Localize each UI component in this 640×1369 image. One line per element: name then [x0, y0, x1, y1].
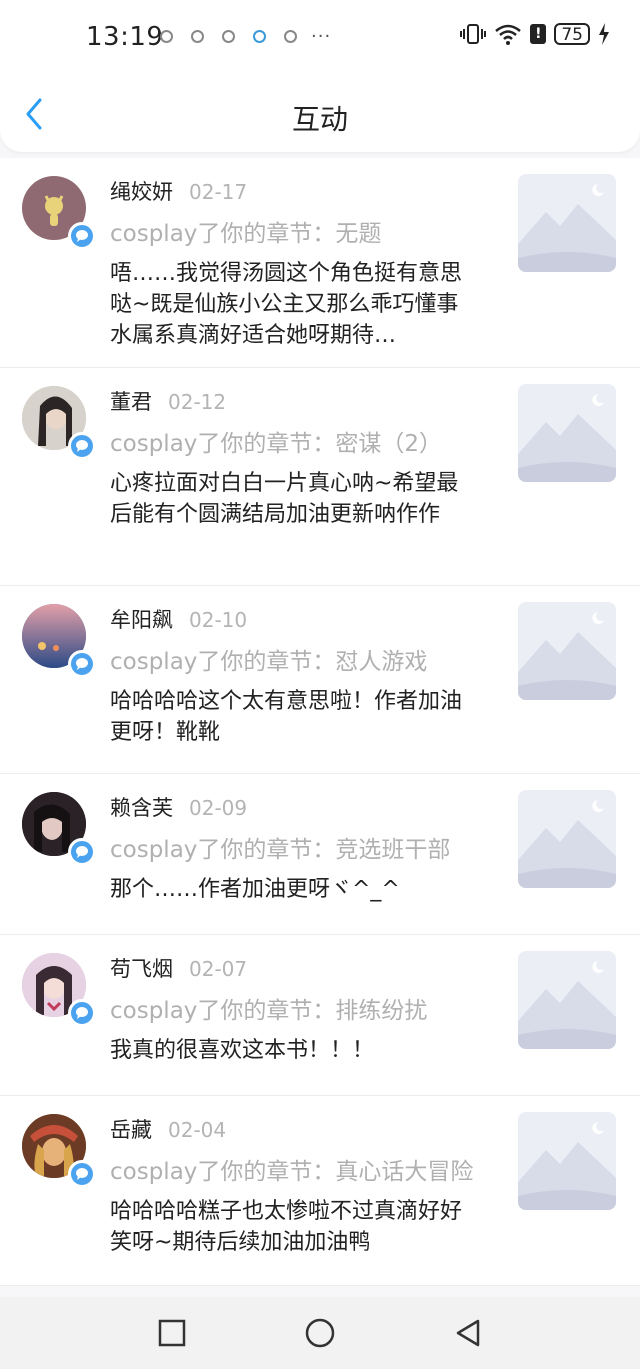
item-date: 02-10 [189, 608, 248, 632]
circle-icon [305, 1318, 335, 1348]
item-date: 02-12 [168, 390, 227, 414]
item-action: cosplay了你的章节：竞选班干部 [110, 837, 451, 863]
alert-icon: ! [530, 24, 547, 44]
chapter-thumbnail[interactable] [518, 384, 616, 482]
app-notification-icon [284, 30, 297, 43]
avatar[interactable] [22, 953, 96, 1027]
item-date: 02-04 [168, 1118, 227, 1142]
wifi-icon [495, 24, 522, 45]
triangle-back-icon [456, 1319, 480, 1347]
item-content: 绳姣妍 02-17 cosplay了你的章节：无题 唔……我觉得汤圆这个角色挺有意… [110, 176, 480, 351]
avatar[interactable] [22, 792, 96, 866]
item-action: cosplay了你的章节：排练纷扰 [110, 998, 428, 1024]
app-notification-icon [191, 30, 204, 43]
item-action: cosplay了你的章节：无题 [110, 221, 382, 247]
avatar[interactable] [22, 1114, 96, 1188]
comment-bubble-icon [68, 838, 96, 866]
list-item[interactable]: 岳藏 02-04 cosplay了你的章节：真心话大冒险 哈哈哈哈糕子也太惨啦不过… [0, 1096, 640, 1286]
item-action: cosplay了你的章节：真心话大冒险 [110, 1159, 474, 1185]
system-navigation-bar [0, 1297, 640, 1369]
item-content: 赖含芙 02-09 cosplay了你的章节：竞选班干部 那个……作者加油更呀ヾ^… [110, 792, 480, 905]
user-name[interactable]: 绳姣妍 [110, 176, 173, 206]
avatar[interactable] [22, 386, 96, 460]
mountain-placeholder-icon [518, 800, 616, 888]
item-content: 岳藏 02-04 cosplay了你的章节：真心话大冒险 哈哈哈哈糕子也太惨啦不过… [110, 1114, 480, 1258]
item-content: 牟阳飙 02-10 cosplay了你的章节：怼人游戏 哈哈哈哈这个太有意思啦！作… [110, 604, 480, 748]
list-item[interactable]: 赖含芙 02-09 cosplay了你的章节：竞选班干部 那个……作者加油更呀ヾ^… [0, 774, 640, 935]
user-name[interactable]: 苟飞烟 [110, 953, 173, 983]
app-notification-icon [253, 30, 266, 43]
item-comment: 哈哈哈哈糕子也太惨啦不过真滴好好笑呀~期待后续加油加油鸭 [110, 1199, 463, 1255]
page-header: 互动 [0, 76, 640, 152]
item-date: 02-17 [189, 180, 248, 204]
comment-bubble-icon [68, 222, 96, 250]
status-bar: 13:19 ··· ! 75 [0, 0, 640, 76]
chapter-thumbnail[interactable] [518, 602, 616, 700]
back-nav-button[interactable] [448, 1313, 488, 1353]
comment-bubble-icon [68, 650, 96, 678]
item-comment: 唔……我觉得汤圆这个角色挺有意思哒~既是仙族小公主又那么乖巧懂事水属系真滴好适合… [110, 261, 463, 348]
chapter-thumbnail[interactable] [518, 790, 616, 888]
mountain-placeholder-icon [518, 394, 616, 482]
user-name[interactable]: 牟阳飙 [110, 604, 173, 634]
list-item[interactable]: 绳姣妍 02-17 cosplay了你的章节：无题 唔……我觉得汤圆这个角色挺有意… [0, 158, 640, 368]
mountain-placeholder-icon [518, 612, 616, 700]
app-notification-icon [222, 30, 235, 43]
chapter-thumbnail[interactable] [518, 951, 616, 1049]
more-notifications-icon: ··· [311, 25, 332, 47]
comment-bubble-icon [68, 1160, 96, 1188]
square-icon [158, 1319, 186, 1347]
status-time: 13:19 [86, 22, 164, 52]
item-comment: 心疼拉面对白白一片真心呐~希望最后能有个圆满结局加油更新呐作作 [110, 471, 459, 527]
comment-bubble-icon [68, 999, 96, 1027]
item-content: 苟飞烟 02-07 cosplay了你的章节：排练纷扰 我真的很喜欢这本书！！！ [110, 953, 480, 1066]
page-title: 互动 [291, 103, 348, 136]
battery-indicator: 75 [554, 23, 590, 45]
mountain-placeholder-icon [518, 184, 616, 272]
mountain-placeholder-icon [518, 1122, 616, 1210]
system-status-icons: ! 75 [460, 23, 610, 45]
vibrate-icon [460, 24, 487, 44]
mountain-placeholder-icon [518, 961, 616, 1049]
user-name[interactable]: 董君 [110, 386, 152, 416]
list-item[interactable]: 牟阳飙 02-10 cosplay了你的章节：怼人游戏 哈哈哈哈这个太有意思啦！作… [0, 586, 640, 774]
item-action: cosplay了你的章节：怼人游戏 [110, 649, 428, 675]
item-date: 02-07 [189, 957, 248, 981]
item-comment: 我真的很喜欢这本书！！！ [110, 1038, 375, 1063]
item-comment: 哈哈哈哈这个太有意思啦！作者加油更呀！靴靴 [110, 689, 463, 745]
interaction-list: 绳姣妍 02-17 cosplay了你的章节：无题 唔……我觉得汤圆这个角色挺有意… [0, 158, 640, 1286]
list-item[interactable]: 董君 02-12 cosplay了你的章节：密谋（2） 心疼拉面对白白一片真心呐~… [0, 368, 640, 586]
avatar[interactable] [22, 604, 96, 678]
comment-bubble-icon [68, 432, 96, 460]
item-date: 02-09 [189, 796, 248, 820]
notification-icons: ··· [160, 25, 332, 47]
recent-apps-button[interactable] [152, 1313, 192, 1353]
chapter-thumbnail[interactable] [518, 174, 616, 272]
user-name[interactable]: 赖含芙 [110, 792, 173, 822]
chapter-thumbnail[interactable] [518, 1112, 616, 1210]
item-content: 董君 02-12 cosplay了你的章节：密谋（2） 心疼拉面对白白一片真心呐~… [110, 386, 480, 530]
app-notification-icon [160, 30, 173, 43]
item-action: cosplay了你的章节：密谋（2） [110, 431, 443, 457]
list-item[interactable]: 苟飞烟 02-07 cosplay了你的章节：排练纷扰 我真的很喜欢这本书！！！ [0, 935, 640, 1096]
avatar[interactable] [22, 176, 96, 250]
home-button[interactable] [300, 1313, 340, 1353]
charging-icon [599, 23, 609, 45]
user-name[interactable]: 岳藏 [110, 1114, 152, 1144]
item-comment: 那个……作者加油更呀ヾ^_^ [110, 877, 400, 902]
